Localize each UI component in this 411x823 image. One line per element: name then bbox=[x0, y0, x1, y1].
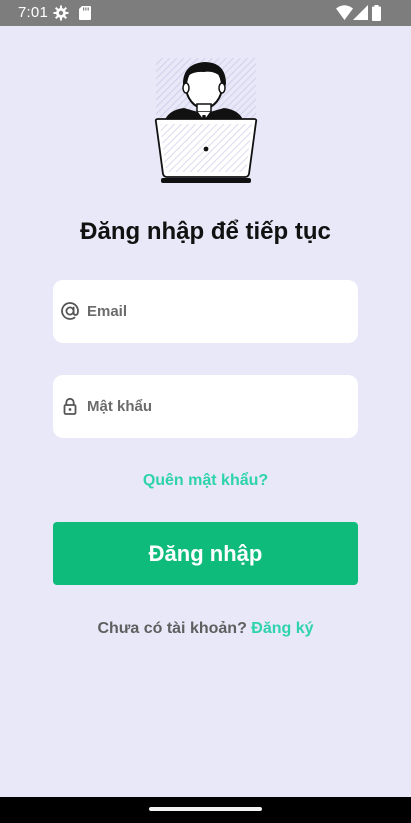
email-field[interactable] bbox=[87, 280, 349, 343]
lock-icon bbox=[60, 396, 80, 416]
gear-icon bbox=[53, 5, 69, 26]
at-sign-icon bbox=[60, 301, 80, 321]
signup-prompt: Chưa có tài khoản? bbox=[97, 620, 247, 637]
password-field[interactable] bbox=[87, 375, 349, 438]
page-title: Đăng nhập để tiếp tục bbox=[80, 218, 331, 245]
email-field-container[interactable] bbox=[53, 280, 358, 343]
signal-icon bbox=[353, 5, 368, 25]
forgot-password-link[interactable]: Quên mật khẩu? bbox=[0, 470, 411, 492]
login-screen: 7:01 Đăng nhập để tiếp tục Email Quên mậ… bbox=[0, 0, 411, 823]
password-field-container[interactable] bbox=[53, 375, 358, 438]
battery-icon bbox=[372, 5, 381, 26]
home-gesture-bar[interactable] bbox=[149, 807, 262, 811]
login-button[interactable]: Đăng nhập bbox=[53, 522, 358, 585]
wifi-icon bbox=[336, 5, 353, 25]
signup-link[interactable]: Đăng ký bbox=[251, 620, 313, 637]
status-bar: 7:01 bbox=[0, 0, 411, 26]
status-time: 7:01 bbox=[18, 4, 48, 21]
user-at-laptop-illustration bbox=[150, 56, 262, 188]
navigation-bar bbox=[0, 797, 411, 823]
signup-row: Chưa có tài khoản? Đăng ký bbox=[0, 618, 411, 640]
sd-card-icon bbox=[79, 6, 91, 25]
